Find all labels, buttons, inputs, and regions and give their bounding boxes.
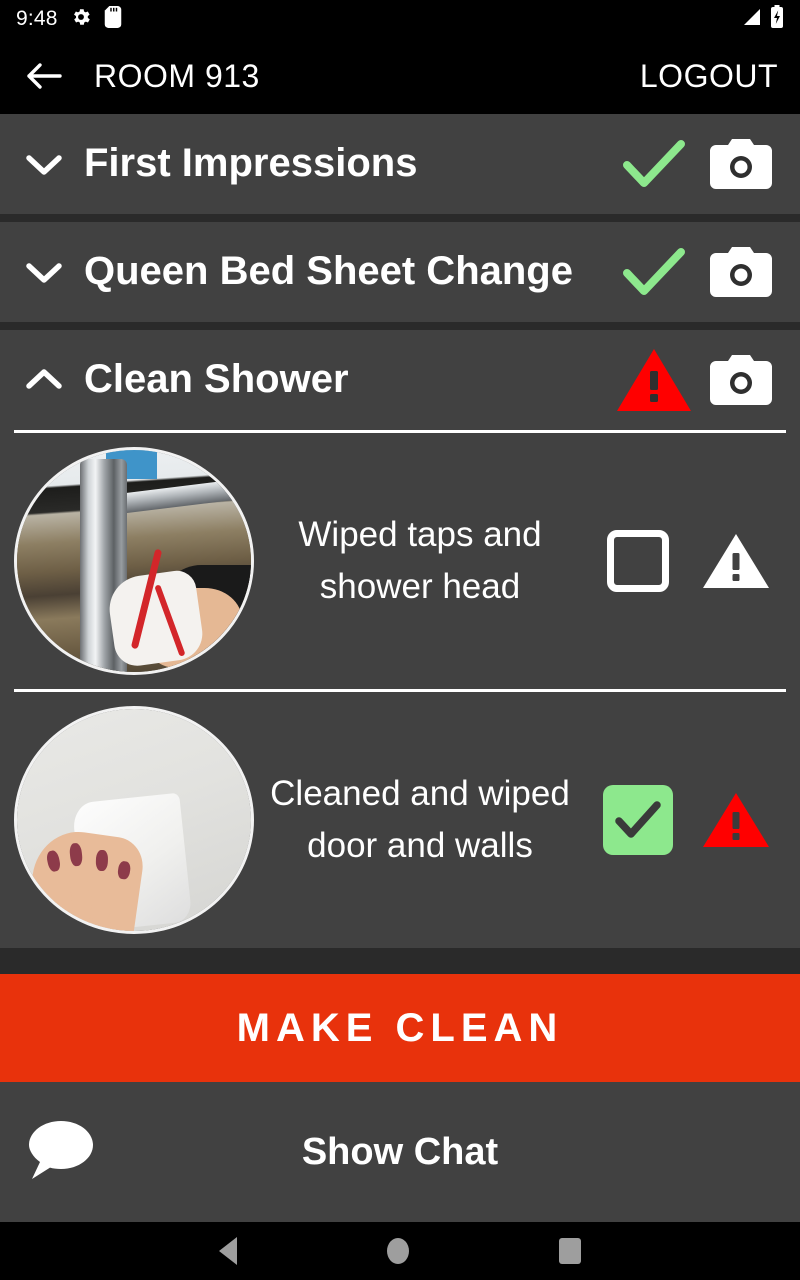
warning-icon[interactable] — [690, 531, 782, 591]
app-bar: ROOM 913 LOGOUT — [0, 38, 800, 114]
camera-icon[interactable] — [702, 137, 780, 191]
show-chat-label: Show Chat — [301, 1130, 499, 1173]
section-clean-shower: Clean Shower Wiped taps and shower head … — [0, 330, 800, 948]
tap-being-wiped-photo[interactable] — [14, 447, 254, 675]
section-title: Queen Bed Sheet Change — [84, 249, 573, 294]
checkbox-checked-icon[interactable] — [603, 785, 673, 855]
signal-icon — [740, 7, 762, 32]
show-chat-bar[interactable]: Show Chat — [0, 1082, 800, 1222]
battery-charging-icon — [770, 4, 784, 34]
check-icon — [606, 243, 702, 301]
warning-icon[interactable] — [690, 790, 782, 850]
section-queen-bed-sheet-change: Queen Bed Sheet Change — [0, 222, 800, 322]
make-clean-button[interactable]: MAKE CLEAN — [0, 974, 800, 1082]
camera-icon[interactable] — [702, 353, 780, 407]
status-bar: 9:48 — [0, 0, 800, 38]
task-row[interactable]: Cleaned and wiped door and walls — [0, 692, 800, 948]
section-title: Clean Shower — [84, 357, 349, 402]
back-arrow-icon[interactable] — [22, 56, 68, 96]
chevron-down-icon[interactable] — [18, 149, 70, 179]
task-checkbox[interactable] — [586, 785, 690, 855]
warning-icon — [606, 347, 702, 413]
nav-home-icon[interactable] — [387, 1238, 409, 1264]
section-header[interactable]: Clean Shower — [0, 330, 800, 430]
section-first-impressions: First Impressions — [0, 114, 800, 214]
android-nav-bar — [0, 1222, 800, 1280]
nav-back-icon[interactable] — [219, 1237, 237, 1265]
checklist-scroll-area[interactable]: First Impressions Queen Bed Sheet Change — [0, 114, 800, 1102]
gear-icon — [70, 6, 92, 33]
task-checkbox[interactable] — [586, 530, 690, 592]
task-label: Cleaned and wiped door and walls — [270, 773, 570, 866]
task-label: Wiped taps and shower head — [298, 514, 542, 607]
logout-button[interactable]: LOGOUT — [640, 58, 778, 95]
section-title: First Impressions — [84, 141, 418, 186]
camera-icon[interactable] — [702, 245, 780, 299]
status-bar-right — [740, 4, 784, 34]
phone-screen: 9:48 ROOM 913 LOGOUT First Impressions Q… — [0, 0, 800, 1280]
wall-being-wiped-photo[interactable] — [14, 706, 254, 934]
status-bar-clock: 9:48 — [16, 7, 58, 30]
section-header[interactable]: First Impressions — [0, 114, 800, 214]
task-row[interactable]: Wiped taps and shower head — [0, 433, 800, 689]
chevron-down-icon[interactable] — [18, 257, 70, 287]
sd-card-icon — [104, 5, 122, 33]
nav-recents-icon[interactable] — [559, 1238, 581, 1264]
section-header[interactable]: Queen Bed Sheet Change — [0, 222, 800, 322]
page-title: ROOM 913 — [94, 57, 260, 94]
check-icon — [606, 135, 702, 193]
speech-bubble-icon[interactable] — [24, 1117, 98, 1188]
checkbox-unchecked-icon[interactable] — [607, 530, 669, 592]
status-bar-left: 9:48 — [16, 5, 122, 33]
chevron-up-icon[interactable] — [18, 365, 70, 395]
